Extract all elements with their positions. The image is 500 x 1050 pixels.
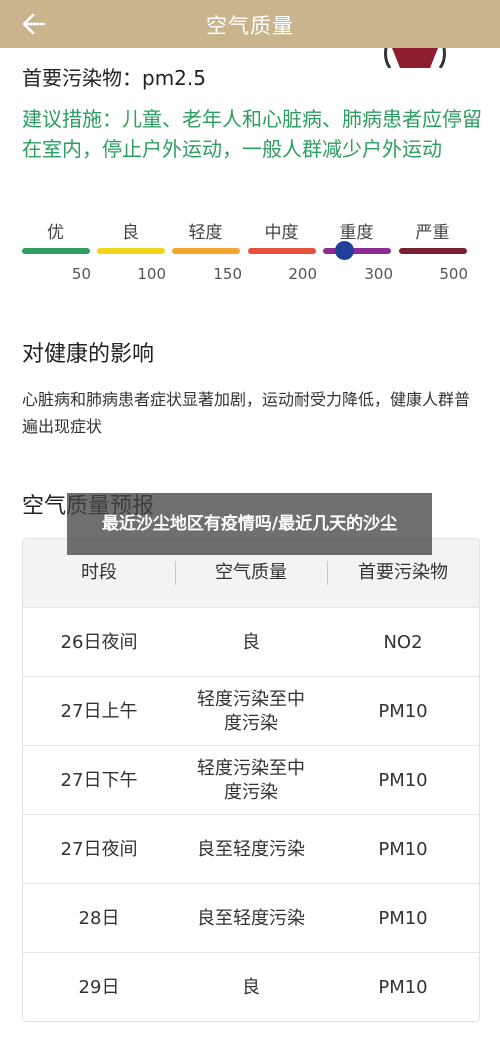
pollutant-cell: PM10 [378, 838, 428, 860]
advice-text: 建议措施：儿童、老年人和心脏病、肺病患者应停留在室内，停止户外运动，一般人群减少… [22, 107, 482, 161]
level-tick: 300 [364, 265, 393, 283]
level-label: 轻度 [188, 223, 223, 243]
level-bar [323, 248, 391, 254]
period-cell: 26日夜间 [60, 631, 138, 653]
pollutant-cell: PM10 [378, 907, 428, 929]
level-label: 良 [122, 223, 139, 243]
current-level-marker [335, 241, 354, 260]
table-row: 27日上午 轻度污染至中度污染 PM10 [23, 676, 479, 746]
aqi-level-scale: 优 良 轻度 中度 重度 严重 50 100 150 200 300 500 [0, 212, 500, 292]
quality-cell: 轻度污染至中度污染 [197, 757, 305, 803]
forecast-table: 时段 空气质量 首要污染物 26日夜间 良 NO2 27日上午 轻度污染至中度污… [22, 538, 480, 1022]
primary-pollutant: 首要污染物：pm2.5 [22, 66, 206, 90]
quality-cell: 良 [242, 631, 260, 653]
health-impact-title: 对健康的影响 [22, 342, 155, 367]
table-row: 29日 良 PM10 [23, 952, 479, 1021]
period-cell: 27日上午 [60, 700, 138, 722]
level-bar [399, 248, 467, 254]
top-bar: 空气质量 [0, 0, 500, 48]
level-bar [97, 248, 165, 254]
table-row: 28日 良至轻度污染 PM10 [23, 883, 479, 953]
level-label: 中度 [264, 223, 299, 243]
pollutant-cell: NO2 [383, 631, 423, 653]
table-row: 27日下午 轻度污染至中度污染 PM10 [23, 745, 479, 815]
page-title: 空气质量 [206, 14, 294, 38]
period-cell: 27日下午 [60, 769, 138, 791]
period-cell: 27日夜间 [60, 838, 138, 860]
period-cell: 28日 [78, 907, 120, 929]
level-tick: 200 [288, 265, 317, 283]
quality-cell: 良至轻度污染 [197, 838, 305, 860]
quality-cell: 良至轻度污染 [197, 907, 305, 929]
quality-cell: 轻度污染至中度污染 [197, 688, 305, 734]
table-row: 26日夜间 良 NO2 [23, 607, 479, 677]
table-row: 27日夜间 良至轻度污染 PM10 [23, 814, 479, 884]
level-bar [172, 248, 240, 254]
level-tick: 150 [213, 265, 242, 283]
pollutant-cell: PM10 [378, 976, 428, 998]
level-bar [22, 248, 90, 254]
level-bar [248, 248, 316, 254]
level-label: 严重 [415, 223, 450, 243]
overlay-caption: 最近沙尘地区有疫情吗/最近几天的沙尘 [67, 493, 432, 555]
quality-cell: 良 [242, 976, 260, 998]
level-label: 重度 [339, 223, 374, 243]
pollutant-cell: PM10 [378, 769, 428, 791]
level-tick: 500 [439, 265, 468, 283]
period-cell: 29日 [78, 976, 120, 998]
level-tick: 100 [137, 265, 166, 283]
health-impact-text: 心脏病和肺病患者症状显著加剧，运动耐受力降低，健康人群普遍出现症状 [22, 390, 471, 436]
level-tick: 50 [71, 265, 91, 283]
mascot-illustration [380, 48, 450, 68]
pollutant-cell: PM10 [378, 700, 428, 722]
level-label: 优 [47, 223, 64, 243]
